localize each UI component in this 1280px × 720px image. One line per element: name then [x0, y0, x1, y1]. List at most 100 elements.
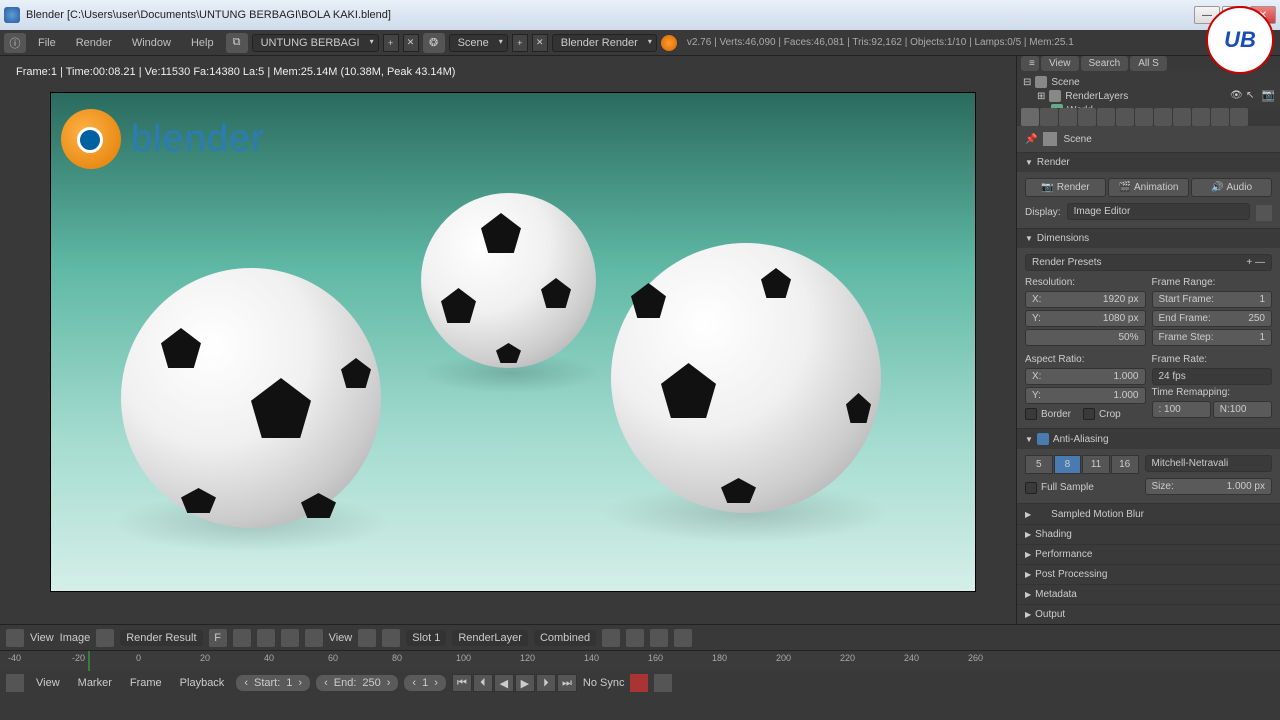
- menu-render[interactable]: Render: [68, 37, 120, 49]
- tab-physics[interactable]: [1230, 108, 1248, 126]
- play-icon[interactable]: ▶: [515, 674, 535, 692]
- slot-dropdown[interactable]: Slot 1: [406, 630, 446, 646]
- current-frame-field[interactable]: ‹ 1 ›: [404, 675, 445, 691]
- full-sample-checkbox[interactable]: [1025, 482, 1037, 494]
- jump-end-icon[interactable]: ⏭: [557, 674, 577, 692]
- frame-step-field[interactable]: Frame Step:1: [1152, 329, 1273, 346]
- tab-scene[interactable]: [1059, 108, 1077, 126]
- res-pct-field[interactable]: 50%: [1025, 329, 1146, 346]
- tab-material[interactable]: [1173, 108, 1191, 126]
- scene-icon[interactable]: ❂: [423, 33, 445, 53]
- menu-window[interactable]: Window: [124, 37, 179, 49]
- editor-type-icon[interactable]: ⓘ: [4, 33, 26, 53]
- layer-dropdown[interactable]: RenderLayer: [452, 630, 528, 646]
- lock-icon[interactable]: [1256, 205, 1272, 221]
- render-presets-dropdown[interactable]: Render Presets+ —: [1025, 254, 1272, 271]
- tab-data[interactable]: [1154, 108, 1172, 126]
- outliner-search[interactable]: Search: [1081, 56, 1129, 71]
- aspect-y-field[interactable]: Y:1.000: [1025, 387, 1146, 404]
- tab-render[interactable]: [1021, 108, 1039, 126]
- panel-output[interactable]: Output: [1017, 605, 1280, 624]
- img-menu-image[interactable]: Image: [60, 632, 91, 644]
- render-canvas[interactable]: blender: [50, 92, 976, 592]
- f-button[interactable]: F: [209, 629, 227, 647]
- mask-icon[interactable]: [305, 629, 323, 647]
- uv-icon[interactable]: [281, 629, 299, 647]
- render-button[interactable]: 📷 Render: [1025, 178, 1106, 197]
- autokey-icon[interactable]: [630, 674, 648, 692]
- end-frame-field[interactable]: End Frame:250: [1152, 310, 1273, 327]
- add-scene-button[interactable]: +: [512, 34, 528, 52]
- fps-dropdown[interactable]: 24 fps: [1152, 368, 1273, 385]
- img-view-menu[interactable]: View: [329, 632, 353, 644]
- res-y-field[interactable]: Y:1080 px: [1025, 310, 1146, 327]
- tl-marker[interactable]: Marker: [72, 677, 118, 689]
- panel-dimensions-header[interactable]: Dimensions: [1017, 229, 1280, 248]
- aa-samples[interactable]: 581116: [1025, 455, 1139, 474]
- image-icon[interactable]: [96, 629, 114, 647]
- jump-start-icon[interactable]: ⏮: [452, 674, 472, 692]
- menu-file[interactable]: File: [30, 37, 64, 49]
- tl-playback[interactable]: Playback: [174, 677, 231, 689]
- tab-modifiers[interactable]: [1135, 108, 1153, 126]
- tab-constraints[interactable]: [1116, 108, 1134, 126]
- timeline-cursor[interactable]: [88, 651, 90, 671]
- engine-dropdown[interactable]: Blender Render: [552, 34, 657, 52]
- outliner[interactable]: ⊟Scene ⊞RenderLayers World ⊞Camera 👁↖📷: [1017, 71, 1280, 108]
- delete-scene-button[interactable]: ✕: [532, 34, 548, 52]
- keyframe-next-icon[interactable]: ⏵: [536, 674, 556, 692]
- tl-view[interactable]: View: [30, 677, 66, 689]
- aa-size-field[interactable]: Size:1.000 px: [1145, 478, 1273, 495]
- zbuf-icon[interactable]: [382, 629, 400, 647]
- editor-type-icon[interactable]: [6, 674, 24, 692]
- panel-performance[interactable]: Performance: [1017, 545, 1280, 564]
- scene-dropdown[interactable]: Scene: [449, 34, 508, 52]
- scopes-icon[interactable]: [650, 629, 668, 647]
- keyframe-prev-icon[interactable]: ⏴: [473, 674, 493, 692]
- channels-icon[interactable]: [358, 629, 376, 647]
- pin-icon[interactable]: [257, 629, 275, 647]
- back-to-prev-icon[interactable]: ⧉: [226, 33, 248, 53]
- keying-set-icon[interactable]: [654, 674, 672, 692]
- prev-icon[interactable]: [602, 629, 620, 647]
- add-layout-button[interactable]: +: [383, 34, 399, 52]
- camera-icon[interactable]: 📷: [1262, 90, 1276, 104]
- panel-motion-blur[interactable]: Sampled Motion Blur: [1017, 504, 1280, 524]
- editor-type-icon[interactable]: [6, 629, 24, 647]
- img-menu-view[interactable]: View: [30, 632, 54, 644]
- next-icon[interactable]: [626, 629, 644, 647]
- audio-button[interactable]: 🔊 Audio: [1191, 178, 1272, 197]
- x-button[interactable]: [233, 629, 251, 647]
- tab-world[interactable]: [1078, 108, 1096, 126]
- screen-layout-dropdown[interactable]: UNTUNG BERBAGI: [252, 34, 379, 52]
- image-dropdown[interactable]: Render Result: [120, 630, 202, 646]
- tremap-new[interactable]: N:100: [1213, 401, 1272, 418]
- panel-aa-header[interactable]: Anti-Aliasing: [1017, 429, 1280, 449]
- tl-frame[interactable]: Frame: [124, 677, 168, 689]
- border-checkbox[interactable]: [1025, 408, 1037, 420]
- panel-shading[interactable]: Shading: [1017, 525, 1280, 544]
- panel-metadata[interactable]: Metadata: [1017, 585, 1280, 604]
- end-field[interactable]: ‹ End: 250 ›: [316, 675, 398, 691]
- pin-icon[interactable]: 📌: [1025, 134, 1037, 145]
- display-dropdown[interactable]: Image Editor: [1067, 203, 1250, 220]
- sync-dropdown[interactable]: No Sync: [583, 677, 625, 689]
- start-field[interactable]: ‹ Start: 1 ›: [236, 675, 310, 691]
- tremap-old[interactable]: : 100: [1152, 401, 1211, 418]
- timeline-ruler[interactable]: -40-200204060801001201401601802002202402…: [0, 651, 1280, 671]
- panel-render-header[interactable]: Render: [1017, 153, 1280, 172]
- panel-postprocessing[interactable]: Post Processing: [1017, 565, 1280, 584]
- outliner-filter[interactable]: All S: [1130, 56, 1167, 71]
- pass-dropdown[interactable]: Combined: [534, 630, 596, 646]
- eye-icon[interactable]: 👁: [1230, 90, 1244, 104]
- play-reverse-icon[interactable]: ◀: [494, 674, 514, 692]
- tab-particles[interactable]: [1211, 108, 1229, 126]
- animation-button[interactable]: 🎬 Animation: [1108, 178, 1189, 197]
- crop-checkbox[interactable]: [1083, 408, 1095, 420]
- tab-texture[interactable]: [1192, 108, 1210, 126]
- tab-object[interactable]: [1097, 108, 1115, 126]
- aspect-x-field[interactable]: X:1.000: [1025, 368, 1146, 385]
- outliner-view[interactable]: View: [1041, 56, 1079, 71]
- res-x-field[interactable]: X:1920 px: [1025, 291, 1146, 308]
- start-frame-field[interactable]: Start Frame:1: [1152, 291, 1273, 308]
